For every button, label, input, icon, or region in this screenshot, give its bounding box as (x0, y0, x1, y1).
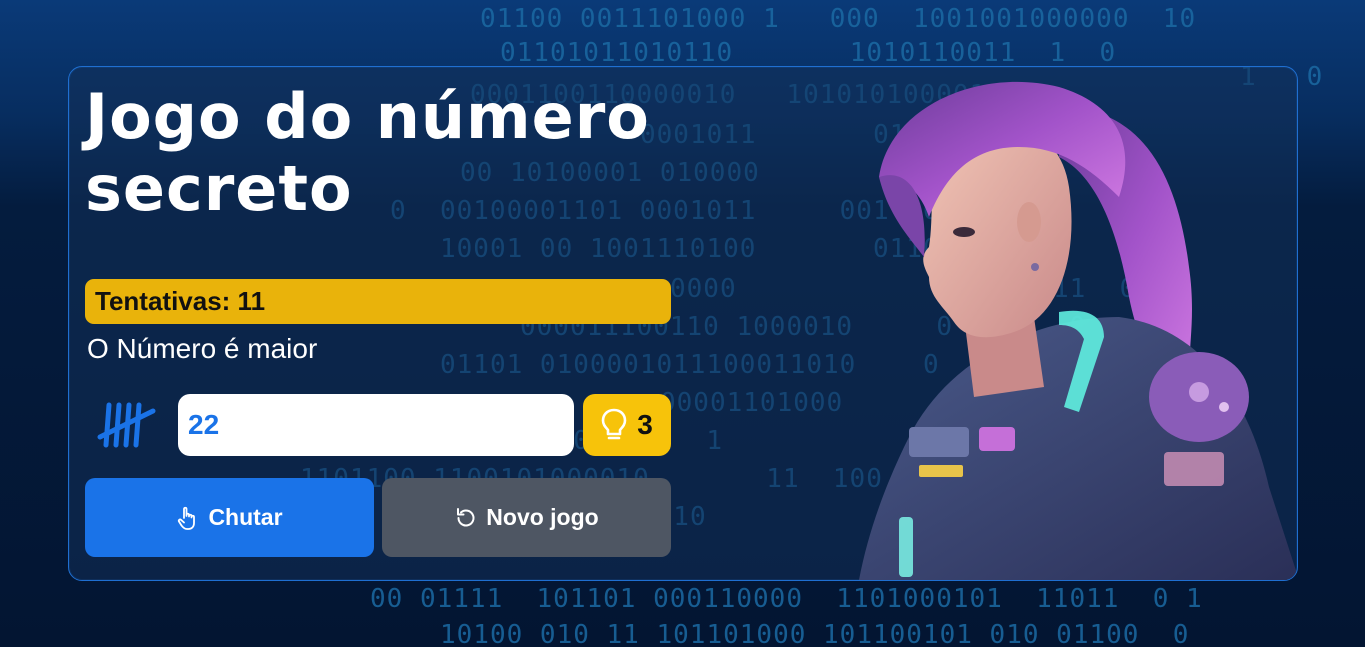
character-illustration (859, 81, 1297, 580)
page-title: Jogo do número secreto (85, 80, 650, 225)
new-game-button-label: Novo jogo (486, 504, 599, 530)
guess-input[interactable] (178, 394, 574, 456)
attempts-counter: Tentativas: 11 (85, 279, 671, 324)
lightbulb-icon (601, 408, 627, 440)
tally-marks-icon (97, 402, 156, 448)
pointing-hand-icon (178, 506, 196, 530)
hints-count: 3 (637, 409, 653, 440)
kick-button-label: Chutar (208, 504, 283, 530)
kick-button[interactable]: Chutar (85, 478, 374, 557)
game-card: Jogo do número secreto Tentativas: 11 O … (68, 66, 1298, 581)
feedback-message: O Número é maior (87, 333, 318, 364)
restart-icon (457, 507, 475, 526)
new-game-button[interactable]: Novo jogo (382, 478, 671, 557)
hints-badge[interactable]: 3 (583, 394, 671, 456)
